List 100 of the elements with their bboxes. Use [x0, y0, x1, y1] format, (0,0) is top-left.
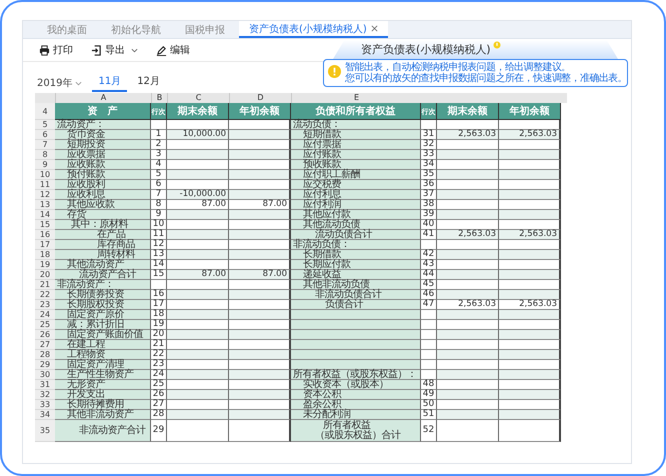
- table-cell: 负债合计: [291, 300, 421, 310]
- row-number: 14: [35, 210, 55, 220]
- table-cell: [229, 240, 291, 250]
- table-cell: [499, 200, 561, 210]
- table-cell: 36: [421, 180, 437, 190]
- column-header: 负债和所有者权益: [291, 103, 421, 120]
- caret-icon: [131, 46, 138, 54]
- table-cell: 48: [421, 380, 437, 390]
- table-cell: 存货: [55, 210, 151, 220]
- table-cell: [499, 340, 561, 350]
- table-cell: 43: [421, 260, 437, 270]
- table-cell: 应付利息: [291, 190, 421, 200]
- table-cell: 应收利息: [55, 190, 151, 200]
- table-cell: [229, 180, 291, 190]
- table-cell: [499, 320, 561, 330]
- row-number: 24: [35, 310, 55, 320]
- table-cell: [167, 330, 229, 340]
- table-cell: [167, 150, 229, 160]
- table-cell: -10,000.00: [167, 190, 229, 200]
- table-cell: 货币资金: [55, 130, 151, 140]
- printer-icon: [39, 44, 50, 56]
- row-number: 26: [35, 330, 55, 340]
- table-cell: [437, 370, 499, 380]
- table-cell: 其他非流动负债: [291, 280, 421, 290]
- table-cell: [499, 350, 561, 360]
- table-cell: 12: [151, 240, 167, 250]
- table-cell: [499, 360, 561, 370]
- table-cell: [151, 280, 167, 290]
- table-cell: [499, 310, 561, 320]
- table-cell: 流动负债合计: [291, 230, 421, 240]
- table-cell: [499, 190, 561, 200]
- toolbar-button[interactable]: 打印: [37, 42, 75, 58]
- table-cell: 39: [421, 210, 437, 220]
- row-number: 32: [35, 390, 55, 400]
- table-cell: 2,563.03: [437, 230, 499, 240]
- table-cell: 短期投资: [55, 140, 151, 150]
- table-cell: [167, 340, 229, 350]
- table-cell: 28: [151, 410, 167, 420]
- table-cell: 87.00: [229, 270, 291, 280]
- table-cell: 41: [421, 230, 437, 240]
- table-cell: 应付利润: [291, 200, 421, 210]
- table-cell: [229, 410, 291, 420]
- table-cell: 44: [421, 270, 437, 280]
- table-cell: 递延收益: [291, 270, 421, 280]
- year-dropdown[interactable]: 2019年: [37, 76, 88, 92]
- table-cell: 40: [421, 220, 437, 230]
- row-number: 15: [35, 220, 55, 230]
- table-cell: 未分配利润: [291, 410, 421, 420]
- table-cell: 17: [151, 300, 167, 310]
- table-cell: 工程物资: [55, 350, 151, 360]
- table-cell: [421, 330, 437, 340]
- table-cell: 长期股权投资: [55, 300, 151, 310]
- row-number: 12: [35, 190, 55, 200]
- table-cell: [229, 320, 291, 330]
- table-cell: 长期待摊费用: [55, 400, 151, 410]
- table-cell: 其他应收款: [55, 200, 151, 210]
- table-cell: 其他流动负债: [291, 220, 421, 230]
- table-cell: 51: [421, 410, 437, 420]
- table-cell: [437, 200, 499, 210]
- export-icon: [91, 44, 102, 56]
- row-number: 11: [35, 180, 55, 190]
- table-cell: [229, 310, 291, 320]
- table-cell: [437, 260, 499, 270]
- toolbar-button[interactable]: 编辑: [154, 42, 192, 58]
- table-cell: [229, 250, 291, 260]
- table-cell: 2,563.03: [499, 300, 561, 310]
- table-cell: 31: [421, 130, 437, 140]
- table-cell: [499, 140, 561, 150]
- row-number: 20: [35, 270, 55, 280]
- row-number: 29: [35, 360, 55, 370]
- row-number: 8: [35, 150, 55, 160]
- table-cell: [437, 380, 499, 390]
- table-cell: [421, 370, 437, 380]
- table-cell: 13: [151, 250, 167, 260]
- tip-text: 智能出表，自动检测纳税申报表问题，给出调整建议。: [345, 62, 572, 73]
- table-cell: 应收账款: [55, 160, 151, 170]
- table-cell: [229, 150, 291, 160]
- table-cell: 周转材料: [55, 250, 151, 260]
- table-cell: 87.00: [229, 200, 291, 210]
- table-cell: 10,000.00: [167, 130, 229, 140]
- table-cell: [229, 220, 291, 230]
- month-tab[interactable]: 12月: [131, 74, 166, 92]
- table-cell: 生产性生物资产: [55, 370, 151, 380]
- table-cell: 长期借款: [291, 250, 421, 260]
- table-cell: [421, 120, 437, 130]
- close-icon[interactable]: [370, 25, 378, 32]
- table-cell: [167, 280, 229, 290]
- table-cell: [421, 310, 437, 320]
- tab[interactable]: 资产负债表(小规模纳税人): [239, 21, 388, 38]
- table-cell: 27: [151, 400, 167, 410]
- table-cell: [499, 160, 561, 170]
- table-cell: 实收资本（或股本）: [291, 380, 421, 390]
- table-cell: [499, 370, 561, 380]
- table-cell: 5: [151, 170, 167, 180]
- column-header: 年初余额: [499, 103, 561, 120]
- toolbar-button[interactable]: 导出: [89, 42, 140, 58]
- table-cell: [167, 370, 229, 380]
- table-cell: [167, 170, 229, 180]
- table-cell: [499, 170, 561, 180]
- table-cell: 减：累计折旧: [55, 320, 151, 330]
